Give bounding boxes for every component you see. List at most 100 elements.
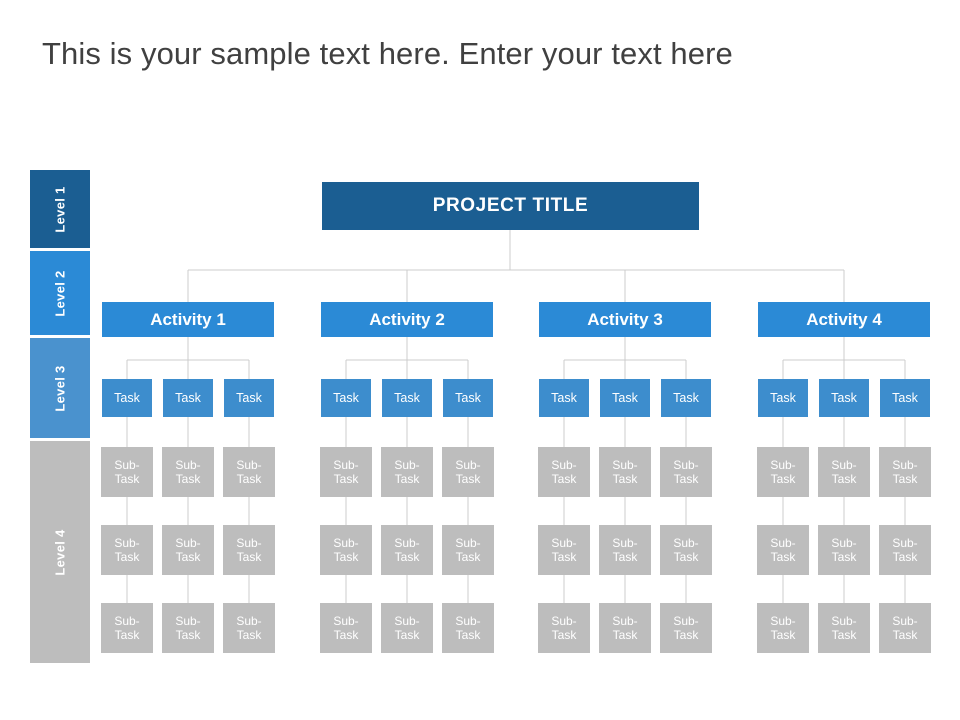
subtask-node-4-3-1-line-1: Sub- (892, 457, 918, 472)
subtask-node-4-2-2[interactable]: Sub- Task (818, 525, 870, 575)
subtask-node-2-2-2-line-2: Task (394, 550, 420, 564)
task-node-1-3[interactable]: Task (224, 379, 274, 417)
subtask-node-2-2-1[interactable]: Sub- Task (381, 447, 433, 497)
subtask-node-2-1-1-line-1: Sub- (333, 457, 359, 472)
subtask-node-4-3-2-line-2: Task (892, 550, 918, 564)
subtask-node-2-3-1[interactable]: Sub- Task (442, 447, 494, 497)
subtask-node-2-3-2[interactable]: Sub- Task (442, 525, 494, 575)
subtask-node-1-1-2[interactable]: Sub- Task (101, 525, 153, 575)
subtask-node-4-2-2-line-1: Sub- (831, 535, 857, 550)
subtask-node-1-1-2-line-1: Sub- (114, 535, 140, 550)
subtask-node-4-3-1[interactable]: Sub- Task (879, 447, 931, 497)
activity-node-2[interactable]: Activity 2 (321, 302, 493, 337)
subtask-node-4-2-3-line-1: Sub- (831, 613, 857, 628)
subtask-node-3-2-3[interactable]: Sub- Task (599, 603, 651, 653)
project-title-node[interactable]: PROJECT TITLE (322, 182, 699, 230)
subtask-node-4-1-1-line-1: Sub- (770, 457, 796, 472)
subtask-node-3-1-1-line-2: Task (551, 472, 577, 486)
subtask-node-3-1-1[interactable]: Sub- Task (538, 447, 590, 497)
subtask-node-3-3-2[interactable]: Sub- Task (660, 525, 712, 575)
task-node-4-1[interactable]: Task (758, 379, 808, 417)
task-node-4-2[interactable]: Task (819, 379, 869, 417)
subtask-node-2-2-2[interactable]: Sub- Task (381, 525, 433, 575)
subtask-node-4-2-3-line-2: Task (831, 628, 857, 642)
level-3-label: Level 3 (52, 364, 68, 412)
subtask-node-1-3-1[interactable]: Sub- Task (223, 447, 275, 497)
subtask-node-1-2-3[interactable]: Sub- Task (162, 603, 214, 653)
subtask-node-4-1-3[interactable]: Sub- Task (757, 603, 809, 653)
subtask-node-4-2-3[interactable]: Sub- Task (818, 603, 870, 653)
subtask-node-2-3-2-line-1: Sub- (455, 535, 481, 550)
subtask-node-1-3-3[interactable]: Sub- Task (223, 603, 275, 653)
subtask-node-4-1-3-line-1: Sub- (770, 613, 796, 628)
subtask-node-3-3-1-line-2: Task (673, 472, 699, 486)
subtask-node-3-1-3[interactable]: Sub- Task (538, 603, 590, 653)
subtask-node-2-2-3[interactable]: Sub- Task (381, 603, 433, 653)
subtask-node-3-1-2[interactable]: Sub- Task (538, 525, 590, 575)
subtask-node-1-3-2[interactable]: Sub- Task (223, 525, 275, 575)
subtask-node-4-1-2[interactable]: Sub- Task (757, 525, 809, 575)
subtask-node-4-1-2-line-2: Task (770, 550, 796, 564)
subtask-node-2-3-1-line-1: Sub- (455, 457, 481, 472)
task-node-3-3[interactable]: Task (661, 379, 711, 417)
subtask-node-3-2-1-line-2: Task (612, 472, 638, 486)
subtask-node-1-1-1[interactable]: Sub- Task (101, 447, 153, 497)
activity-node-4[interactable]: Activity 4 (758, 302, 930, 337)
task-node-2-2[interactable]: Task (382, 379, 432, 417)
subtask-node-3-3-3-line-2: Task (673, 628, 699, 642)
subtask-node-1-3-2-line-2: Task (236, 550, 262, 564)
level-4-label: Level 4 (52, 528, 68, 576)
subtask-node-4-1-2-line-1: Sub- (770, 535, 796, 550)
subtask-node-2-2-2-line-1: Sub- (394, 535, 420, 550)
subtask-node-2-3-2-line-2: Task (455, 550, 481, 564)
subtask-node-3-1-2-line-2: Task (551, 550, 577, 564)
subtask-node-1-3-3-line-2: Task (236, 628, 262, 642)
subtask-node-2-2-1-line-2: Task (394, 472, 420, 486)
subtask-node-3-2-1[interactable]: Sub- Task (599, 447, 651, 497)
task-node-4-3[interactable]: Task (880, 379, 930, 417)
subtask-node-1-2-1-line-2: Task (175, 472, 201, 486)
task-node-3-1[interactable]: Task (539, 379, 589, 417)
subtask-node-1-2-3-line-1: Sub- (175, 613, 201, 628)
subtask-node-3-2-2-line-2: Task (612, 550, 638, 564)
task-node-1-1[interactable]: Task (102, 379, 152, 417)
subtask-node-4-2-1-line-1: Sub- (831, 457, 857, 472)
subtask-node-2-3-3[interactable]: Sub- Task (442, 603, 494, 653)
subtask-node-4-2-1[interactable]: Sub- Task (818, 447, 870, 497)
subtask-node-4-2-1-line-2: Task (831, 472, 857, 486)
subtask-node-3-1-3-line-2: Task (551, 628, 577, 642)
task-node-1-2[interactable]: Task (163, 379, 213, 417)
subtask-node-3-2-1-line-1: Sub- (612, 457, 638, 472)
subtask-node-3-2-2-line-1: Sub- (612, 535, 638, 550)
subtask-node-1-2-2[interactable]: Sub- Task (162, 525, 214, 575)
subtask-node-3-1-1-line-1: Sub- (551, 457, 577, 472)
subtask-node-2-3-1-line-2: Task (455, 472, 481, 486)
subtask-node-2-1-3[interactable]: Sub- Task (320, 603, 372, 653)
subtask-node-2-1-3-line-2: Task (333, 628, 359, 642)
subtask-node-4-3-3-line-1: Sub- (892, 613, 918, 628)
subtask-node-1-1-3[interactable]: Sub- Task (101, 603, 153, 653)
subtask-node-4-1-1[interactable]: Sub- Task (757, 447, 809, 497)
task-node-2-3[interactable]: Task (443, 379, 493, 417)
subtask-node-1-3-2-line-1: Sub- (236, 535, 262, 550)
task-node-3-2[interactable]: Task (600, 379, 650, 417)
level-2-label: Level 2 (52, 269, 68, 317)
subtask-node-3-3-3[interactable]: Sub- Task (660, 603, 712, 653)
subtask-node-3-3-3-line-1: Sub- (673, 613, 699, 628)
subtask-node-4-3-2[interactable]: Sub- Task (879, 525, 931, 575)
subtask-node-1-3-3-line-1: Sub- (236, 613, 262, 628)
activity-node-1[interactable]: Activity 1 (102, 302, 274, 337)
subtask-node-3-2-2[interactable]: Sub- Task (599, 525, 651, 575)
subtask-node-1-2-1[interactable]: Sub- Task (162, 447, 214, 497)
subtask-node-2-1-2[interactable]: Sub- Task (320, 525, 372, 575)
subtask-node-2-2-3-line-2: Task (394, 628, 420, 642)
subtask-node-4-3-3[interactable]: Sub- Task (879, 603, 931, 653)
subtask-node-2-3-3-line-2: Task (455, 628, 481, 642)
activity-node-3[interactable]: Activity 3 (539, 302, 711, 337)
task-node-2-1[interactable]: Task (321, 379, 371, 417)
level-bar-4: Level 4 (30, 441, 90, 663)
subtask-node-2-1-1[interactable]: Sub- Task (320, 447, 372, 497)
subtask-node-3-3-2-line-2: Task (673, 550, 699, 564)
subtask-node-3-3-1[interactable]: Sub- Task (660, 447, 712, 497)
subtask-node-2-3-3-line-1: Sub- (455, 613, 481, 628)
